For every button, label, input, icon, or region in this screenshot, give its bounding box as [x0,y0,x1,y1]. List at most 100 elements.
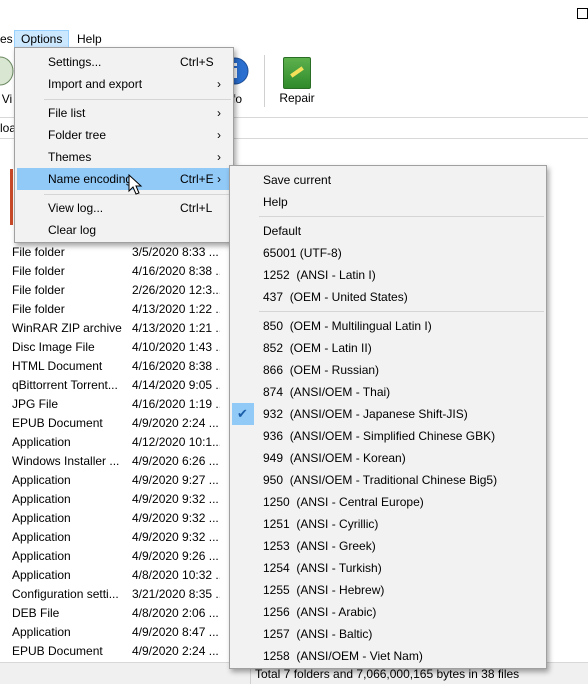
menu-item-file-list[interactable]: File list › [17,102,231,124]
encoding-item[interactable]: 65001 (UTF-8) [232,242,544,264]
file-type-cell: File folder [12,283,65,297]
encoding-item[interactable]: 1250 (ANSI - Central Europe) [232,491,544,513]
encoding-item[interactable]: 936 (ANSI/OEM - Simplified Chinese GBK) [232,425,544,447]
file-date-cell: 4/9/2020 9:26 ... [132,549,219,563]
encoding-label: 850 (OEM - Multilingual Latin I) [263,319,432,333]
file-type-cell: JPG File [12,397,59,411]
chevron-right-icon: › [217,172,221,186]
chevron-right-icon: › [217,106,221,120]
file-type-cell: File folder [12,302,65,316]
file-date-cell: 4/13/2020 1:22 ... [132,302,220,316]
file-date-cell: 4/9/2020 9:32 ... [132,530,219,544]
menu-separator [259,216,544,217]
encoding-item[interactable]: 1257 (ANSI - Baltic) [232,623,544,645]
menu-item-folder-tree[interactable]: Folder tree › [17,124,231,146]
encoding-item[interactable]: 1253 (ANSI - Greek) [232,535,544,557]
toolbar-separator [264,55,265,107]
repair-button[interactable]: Repair [276,53,318,105]
encoding-label: 852 (OEM - Latin II) [263,341,372,355]
file-type-cell: Application [12,473,71,487]
file-type-cell: File folder [12,245,65,259]
encoding-item[interactable]: 437 (OEM - United States) [232,286,544,308]
file-date-cell: 4/14/2020 9:05 ... [132,378,220,392]
encoding-label: 874 (ANSI/OEM - Thai) [263,385,391,399]
encoding-item[interactable]: 866 (OEM - Russian) [232,359,544,381]
file-type-cell: Windows Installer ... [12,454,120,468]
file-date-cell: 4/12/2020 10:1... [132,435,220,449]
file-type-cell: EPUB Document [12,644,103,658]
menu-item-themes[interactable]: Themes › [17,146,231,168]
file-type-cell: Application [12,435,71,449]
file-type-cell: Configuration setti... [12,587,119,601]
file-date-cell: 4/13/2020 1:21 ... [132,321,220,335]
encoding-item[interactable]: Help [232,191,544,213]
view-button[interactable]: Vi [0,53,14,106]
encoding-label: 1254 (ANSI - Turkish) [263,561,382,575]
file-date-cell: 3/21/2020 8:35 ... [132,587,220,601]
encoding-item[interactable]: 950 (ANSI/OEM - Traditional Chinese Big5… [232,469,544,491]
encoding-item[interactable]: 949 (ANSI/OEM - Korean) [232,447,544,469]
check-background: ✔ [232,403,254,425]
chevron-right-icon: › [217,150,221,164]
file-type-cell: HTML Document [12,359,103,373]
encoding-label: Help [263,195,288,209]
file-type-cell: Application [12,492,71,506]
file-date-cell: 4/16/2020 1:19 ... [132,397,220,411]
encoding-label: 1256 (ANSI - Arabic) [263,605,377,619]
file-type-cell: DEB File [12,606,60,620]
encoding-label: 65001 (UTF-8) [263,246,342,260]
encoding-item[interactable]: 1254 (ANSI - Turkish) [232,557,544,579]
file-date-cell: 4/8/2020 2:06 ... [132,606,219,620]
encoding-item[interactable]: 874 (ANSI/OEM - Thai) [232,381,544,403]
encoding-item[interactable]: 852 (OEM - Latin II) [232,337,544,359]
menu-item-name-encoding[interactable]: Name encoding Ctrl+E › [17,168,231,190]
file-type-cell: Disc Image File [12,340,95,354]
file-date-cell: 4/16/2020 8:38 ... [132,359,220,373]
file-type-cell: Application [12,530,71,544]
encoding-label: Default [263,224,302,238]
encoding-item[interactable]: Save current [232,169,544,191]
selection-edge [10,169,13,225]
file-date-cell: 2/26/2020 12:3... [132,283,220,297]
file-type-cell: qBittorrent Torrent... [12,378,118,392]
checkmark-icon: ✔ [237,406,248,421]
mouse-cursor-icon [128,174,143,195]
file-date-cell: 3/5/2020 8:33 ... [132,245,219,259]
menu-bar: es Options Help [0,28,588,49]
encoding-label: Save current [263,173,332,187]
encoding-label: 950 (ANSI/OEM - Traditional Chinese Big5… [263,473,498,487]
encoding-label: 1251 (ANSI - Cyrillic) [263,517,379,531]
encoding-item[interactable]: 1256 (ANSI - Arabic) [232,601,544,623]
encoding-label: 936 (ANSI/OEM - Simplified Chinese GBK) [263,429,496,443]
file-date-cell: 4/9/2020 2:24 ... [132,416,219,430]
file-date-cell: 4/9/2020 9:32 ... [132,492,219,506]
encoding-label: 1252 (ANSI - Latin I) [263,268,376,282]
chevron-right-icon: › [217,128,221,142]
encoding-item[interactable]: Default [232,220,544,242]
options-menu: Settings... Ctrl+S Import and export › F… [14,47,234,243]
encoding-item[interactable]: 1258 (ANSI/OEM - Viet Nam) [232,645,544,667]
file-date-cell: 4/9/2020 6:26 ... [132,454,219,468]
encoding-label: 1257 (ANSI - Baltic) [263,627,373,641]
encoding-item[interactable]: 1251 (ANSI - Cyrillic) [232,513,544,535]
menu-item-clear-log[interactable]: Clear log [17,219,231,241]
file-date-cell: 4/9/2020 9:32 ... [132,511,219,525]
encoding-item[interactable]: 1252 (ANSI - Latin I) [232,264,544,286]
menu-item-import-export[interactable]: Import and export › [17,73,231,95]
menu-item-settings[interactable]: Settings... Ctrl+S [17,51,231,73]
chevron-right-icon: › [217,77,221,91]
file-date-cell: 4/9/2020 9:27 ... [132,473,219,487]
encoding-label: 932 (ANSI/OEM - Japanese Shift-JIS) [263,407,468,421]
file-type-cell: Application [12,511,71,525]
encoding-item[interactable]: 850 (OEM - Multilingual Latin I) [232,315,544,337]
view-icon [0,56,14,86]
encoding-label: 437 (OEM - United States) [263,290,408,304]
encoding-item[interactable]: ✔ 932 (ANSI/OEM - Japanese Shift-JIS) [232,403,544,425]
menu-item-view-log[interactable]: View log... Ctrl+L [17,197,231,219]
maximize-button[interactable] [577,8,588,19]
file-date-cell: 4/9/2020 2:24 ... [132,644,219,658]
file-date-cell: 4/10/2020 1:43 ... [132,340,220,354]
encoding-item[interactable]: 1255 (ANSI - Hebrew) [232,579,544,601]
encoding-label: 1255 (ANSI - Hebrew) [263,583,385,597]
encoding-label: 949 (ANSI/OEM - Korean) [263,451,406,465]
